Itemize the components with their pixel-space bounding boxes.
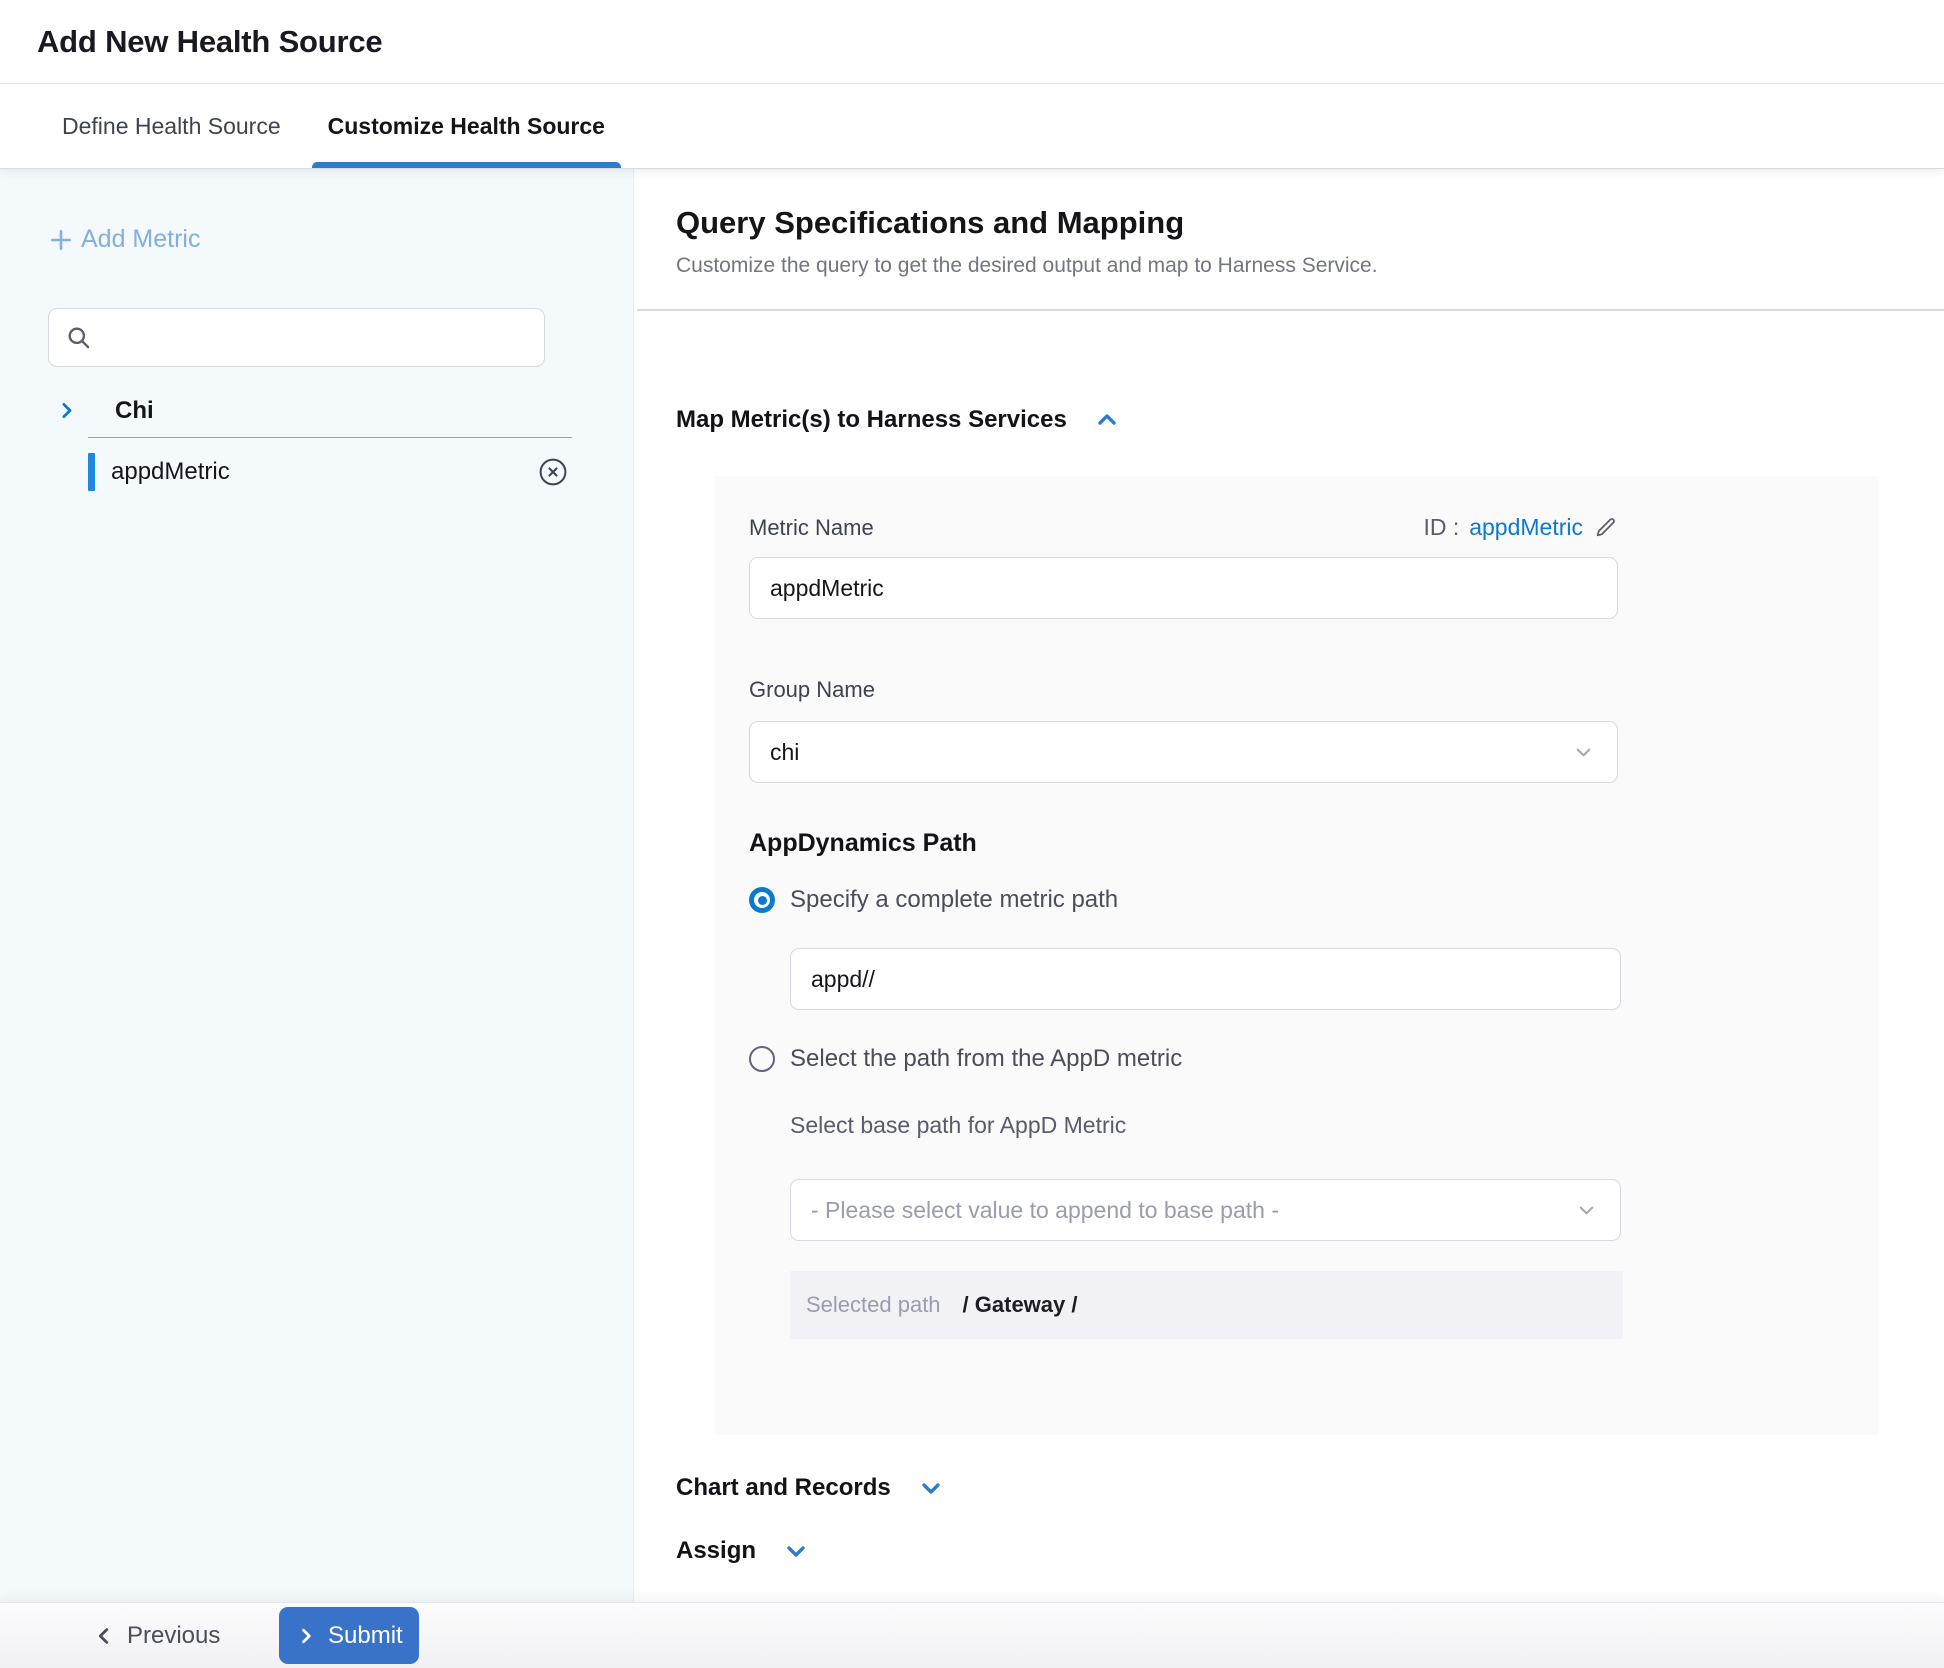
metric-group-name: Chi: [115, 397, 154, 425]
dialog-body: Add Metric Chi appdMetric: [0, 168, 1944, 1602]
section-assign[interactable]: Assign: [676, 1537, 808, 1565]
metric-group-row[interactable]: Chi: [0, 397, 633, 425]
metric-search-box: [48, 308, 545, 367]
add-metric-label: Add Metric: [81, 225, 200, 254]
chevron-down-icon: [1575, 1199, 1598, 1222]
plus-icon: [48, 227, 74, 253]
query-spec-panel: Query Specifications and Mapping Customi…: [634, 168, 1944, 1602]
tab-bar: Define Health Source Customize Health So…: [0, 84, 1944, 168]
x-circle-icon: [537, 456, 569, 488]
radio-label: Specify a complete metric path: [790, 886, 1118, 914]
metric-name-row: Metric Name ID : appdMetric: [749, 514, 1618, 541]
chevron-left-icon: [93, 1625, 115, 1647]
appdynamics-path-heading: AppDynamics Path: [749, 829, 1879, 858]
panel-title: Query Specifications and Mapping: [676, 205, 1944, 241]
group-name-value: chi: [770, 739, 799, 766]
chevron-right-icon: [296, 1626, 316, 1646]
base-path-label: Select base path for AppD Metric: [790, 1112, 1879, 1139]
group-name-select[interactable]: chi: [749, 721, 1618, 783]
id-value-link[interactable]: appdMetric: [1469, 514, 1583, 541]
active-tab-underline: [312, 162, 621, 168]
chevron-down-icon: [919, 1476, 943, 1500]
selected-metric-bar: [88, 453, 95, 491]
section-heading: Map Metric(s) to Harness Services: [676, 406, 1067, 434]
radio-label: Select the path from the AppD metric: [790, 1045, 1182, 1073]
previous-label: Previous: [127, 1622, 220, 1650]
metric-search-input[interactable]: [104, 324, 528, 350]
dialog-footer: Previous Submit: [0, 1602, 1944, 1668]
selected-path-strip: Selected path / Gateway /: [790, 1271, 1623, 1339]
add-metric-button[interactable]: Add Metric: [48, 225, 200, 254]
previous-button[interactable]: Previous: [93, 1622, 220, 1650]
radio-select-path[interactable]: Select the path from the AppD metric: [749, 1045, 1879, 1073]
section-heading: Chart and Records: [676, 1474, 891, 1502]
section-chart-and-records[interactable]: Chart and Records: [676, 1474, 943, 1502]
tab-label: Customize Health Source: [328, 113, 605, 140]
content-divider: [637, 309, 1944, 311]
group-name-label: Group Name: [749, 677, 1879, 703]
submit-label: Submit: [328, 1622, 403, 1650]
mapping-card: Metric Name ID : appdMetric Group Name c…: [715, 476, 1879, 1435]
radio-button-unselected: [749, 1046, 775, 1072]
panel-subtitle: Customize the query to get the desired o…: [676, 254, 1944, 278]
id-label: ID :: [1423, 514, 1459, 541]
radio-complete-path[interactable]: Specify a complete metric path: [749, 886, 1879, 914]
selected-path-value: / Gateway /: [963, 1292, 1078, 1318]
tab-customize-health-source[interactable]: Customize Health Source: [328, 84, 605, 168]
complete-path-input[interactable]: [790, 948, 1621, 1010]
group-divider: [88, 437, 572, 438]
dialog-header: Add New Health Source: [0, 0, 1944, 84]
metric-item-label: appdMetric: [111, 458, 230, 486]
base-path-placeholder: - Please select value to append to base …: [811, 1197, 1279, 1224]
metric-name-input[interactable]: [749, 557, 1618, 619]
remove-metric-button[interactable]: [536, 455, 570, 489]
pencil-icon[interactable]: [1593, 515, 1618, 540]
metric-id: ID : appdMetric: [1423, 514, 1618, 541]
page-title: Add New Health Source: [37, 24, 382, 60]
submit-button[interactable]: Submit: [279, 1607, 419, 1664]
radio-button-selected: [749, 887, 775, 913]
search-icon: [65, 324, 92, 351]
tab-label: Define Health Source: [62, 113, 281, 140]
tab-define-health-source[interactable]: Define Health Source: [62, 84, 281, 168]
selected-path-label: Selected path: [806, 1292, 941, 1318]
chevron-down-icon: [1572, 741, 1595, 764]
base-path-select[interactable]: - Please select value to append to base …: [790, 1179, 1621, 1241]
chevron-up-icon: [1095, 408, 1119, 432]
chevron-right-icon: [56, 400, 77, 421]
metric-name-label: Metric Name: [749, 515, 874, 541]
add-health-source-dialog: Add New Health Source Define Health Sour…: [0, 0, 1944, 1668]
metric-list-item[interactable]: appdMetric: [0, 446, 633, 498]
map-metrics-section-toggle[interactable]: Map Metric(s) to Harness Services: [676, 406, 1119, 434]
metrics-sidebar: Add Metric Chi appdMetric: [0, 168, 634, 1602]
section-heading: Assign: [676, 1537, 756, 1565]
chevron-down-icon: [784, 1539, 808, 1563]
